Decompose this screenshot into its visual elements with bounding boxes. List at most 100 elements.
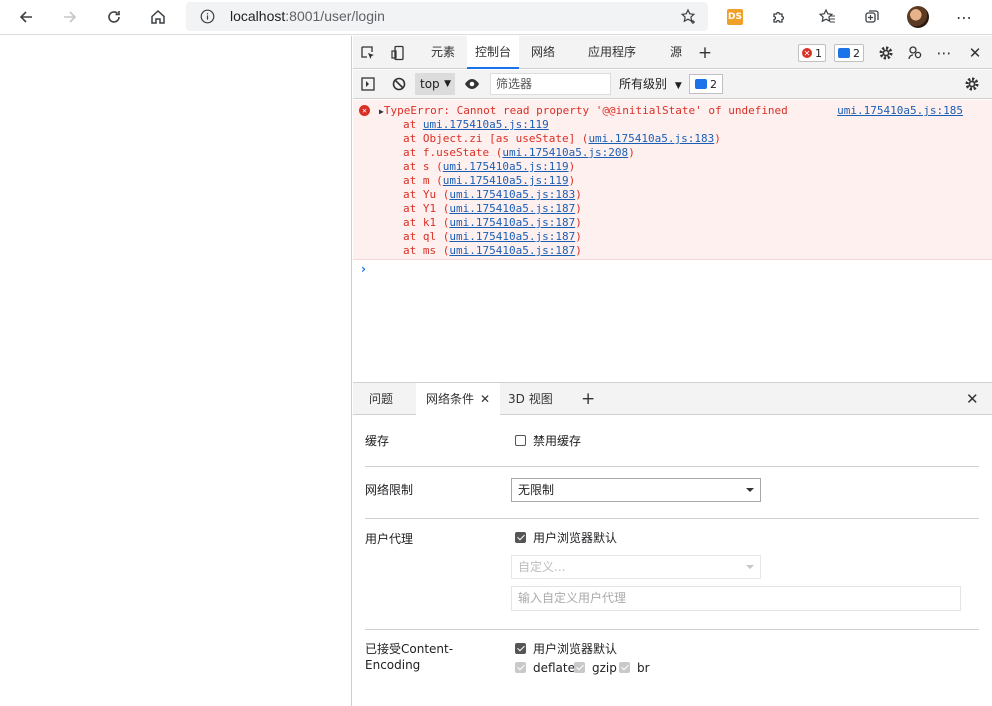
tab-application[interactable]: 应用程序 <box>580 36 644 69</box>
issues-count: 2 <box>710 77 717 91</box>
connected-devices-button[interactable] <box>906 44 924 62</box>
issues-badge[interactable]: 2 <box>689 74 723 94</box>
throttling-select[interactable]: 无限制 <box>511 478 761 502</box>
device-toolbar-button[interactable] <box>389 44 407 62</box>
devtools-more-button[interactable]: ⋯ <box>935 44 953 62</box>
ua-custom-input[interactable]: 输入自定义用户代理 <box>511 586 961 611</box>
site-info-icon[interactable] <box>200 9 215 24</box>
console-settings-button[interactable] <box>963 75 981 93</box>
web-page-viewport <box>0 36 352 706</box>
collections-button[interactable] <box>860 5 884 29</box>
url-text: localhost:8001/user/login <box>230 8 385 24</box>
gzip-checkbox[interactable] <box>574 662 585 673</box>
home-icon <box>151 9 165 24</box>
add-drawer-tab-button[interactable]: + <box>571 383 605 415</box>
extensions-button[interactable] <box>767 5 791 29</box>
stack-frame-text: at Object.zi [as useState] ( <box>403 132 589 145</box>
br-checkbox[interactable] <box>619 662 630 673</box>
console-filter-input[interactable]: 筛选器 <box>490 73 611 95</box>
console-toolbar: top ▼ 筛选器 所有级别 ▼ 2 <box>353 70 992 99</box>
clear-console-button[interactable] <box>390 75 408 93</box>
user-agent-label: 用户代理 <box>365 532 414 546</box>
stack-frame-link[interactable]: umi.175410a5.js:183 <box>588 132 714 145</box>
context-value: top <box>420 77 440 91</box>
home-button[interactable] <box>144 4 172 30</box>
add-tab-button[interactable]: + <box>696 43 714 63</box>
stack-frame-suffix: ) <box>714 132 721 145</box>
favorites-star-icon <box>818 8 835 23</box>
show-sidebar-button[interactable] <box>359 75 377 93</box>
encoding-default-checkbox[interactable] <box>515 643 526 654</box>
stack-frame: at m (umi.175410a5.js:119) <box>403 174 721 188</box>
stack-frame-suffix: ) <box>575 188 582 201</box>
stack-frame: at k1 (umi.175410a5.js:187) <box>403 216 721 230</box>
stack-frame-link[interactable]: umi.175410a5.js:187 <box>449 230 575 243</box>
add-favorite-icon[interactable] <box>680 8 698 26</box>
deflate-checkbox[interactable] <box>515 662 526 673</box>
address-bar[interactable]: localhost:8001/user/login <box>186 2 708 31</box>
more-dots-icon: ⋯ <box>936 44 952 62</box>
stack-frame-text: at Y1 ( <box>403 202 450 215</box>
accepted-encoding-label: 已接受Content- Encoding <box>365 641 453 673</box>
live-expression-button[interactable] <box>463 75 481 93</box>
error-header[interactable]: ▶TypeError: Cannot read property '@@init… <box>379 104 788 117</box>
message-icon <box>838 48 850 58</box>
tab-console[interactable]: 控制台 <box>467 36 520 69</box>
collections-icon <box>865 10 879 23</box>
browser-toolbar: localhost:8001/user/login DS ⋯ <box>0 0 992 35</box>
message-icon <box>695 79 707 89</box>
disable-cache-checkbox[interactable] <box>515 435 526 446</box>
log-levels-dropdown[interactable]: 所有级别 ▼ <box>619 73 682 95</box>
settings-button[interactable] <box>877 44 895 62</box>
favorites-button[interactable] <box>815 5 839 29</box>
stack-frame-link[interactable]: umi.175410a5.js:119 <box>443 160 569 173</box>
inspect-element-button[interactable] <box>359 44 377 62</box>
puzzle-icon <box>773 11 785 23</box>
close-drawer-button[interactable]: ✕ <box>956 383 989 415</box>
close-tab-icon[interactable]: ✕ <box>480 392 490 406</box>
stack-frame-link[interactable]: umi.175410a5.js:119 <box>423 118 549 131</box>
tab-issues[interactable]: 问题 <box>359 383 403 415</box>
stack-frame-suffix: ) <box>628 146 635 159</box>
extension-ds-button[interactable]: DS <box>723 5 747 29</box>
stack-frame-link[interactable]: umi.175410a5.js:183 <box>449 188 575 201</box>
stack-frame-text: at k1 ( <box>403 216 450 229</box>
ua-custom-select[interactable]: 自定义... <box>511 555 761 579</box>
stack-frame-link[interactable]: umi.175410a5.js:187 <box>449 244 575 257</box>
message-count: 2 <box>853 46 860 60</box>
console-prompt-caret-icon[interactable]: › <box>361 262 366 276</box>
stack-frame: at umi.175410a5.js:119 <box>403 118 721 132</box>
stack-frame-text: at ms ( <box>403 244 450 257</box>
more-menu-button[interactable]: ⋯ <box>952 5 976 29</box>
message-count-badge[interactable]: 2 <box>834 44 864 62</box>
ua-default-label: 用户浏览器默认 <box>533 531 618 545</box>
reload-button[interactable] <box>100 4 128 30</box>
tab-elements[interactable]: 元素 <box>423 36 463 69</box>
eye-icon <box>465 79 479 89</box>
clear-ban-icon <box>392 77 406 91</box>
stack-frame-link[interactable]: umi.175410a5.js:187 <box>449 202 575 215</box>
console-error-message[interactable]: ✕ ▶TypeError: Cannot read property '@@in… <box>353 100 992 260</box>
tab-sources[interactable]: 源 <box>662 36 690 69</box>
tab-network[interactable]: 网络 <box>523 36 563 69</box>
stack-frame-link[interactable]: umi.175410a5.js:119 <box>443 174 569 187</box>
stack-frame-link[interactable]: umi.175410a5.js:187 <box>449 216 575 229</box>
encoding-label-line2: Encoding <box>365 658 421 672</box>
context-select[interactable]: top ▼ <box>415 73 455 95</box>
stack-frame-text: at Yu ( <box>403 188 450 201</box>
stack-frame: at ql (umi.175410a5.js:187) <box>403 230 721 244</box>
stack-frame-text: at m ( <box>403 174 443 187</box>
device-icon <box>391 45 404 61</box>
forward-arrow-icon <box>64 11 77 23</box>
back-button[interactable] <box>12 4 40 30</box>
ua-default-checkbox[interactable] <box>515 532 526 543</box>
error-count-badge[interactable]: ✕ 1 <box>798 44 826 62</box>
forward-button[interactable] <box>56 4 84 30</box>
tab-network-conditions[interactable]: 网络条件 ✕ <box>416 383 501 415</box>
drawer-tab-bar: 问题 网络条件 ✕ 3D 视图 + ✕ <box>353 382 992 415</box>
error-source-link[interactable]: umi.175410a5.js:185 <box>837 104 963 117</box>
close-devtools-button[interactable]: ✕ <box>966 44 984 62</box>
profile-button[interactable] <box>906 5 930 29</box>
tab-3d-view[interactable]: 3D 视图 <box>498 383 563 415</box>
stack-frame-link[interactable]: umi.175410a5.js:208 <box>502 146 628 159</box>
